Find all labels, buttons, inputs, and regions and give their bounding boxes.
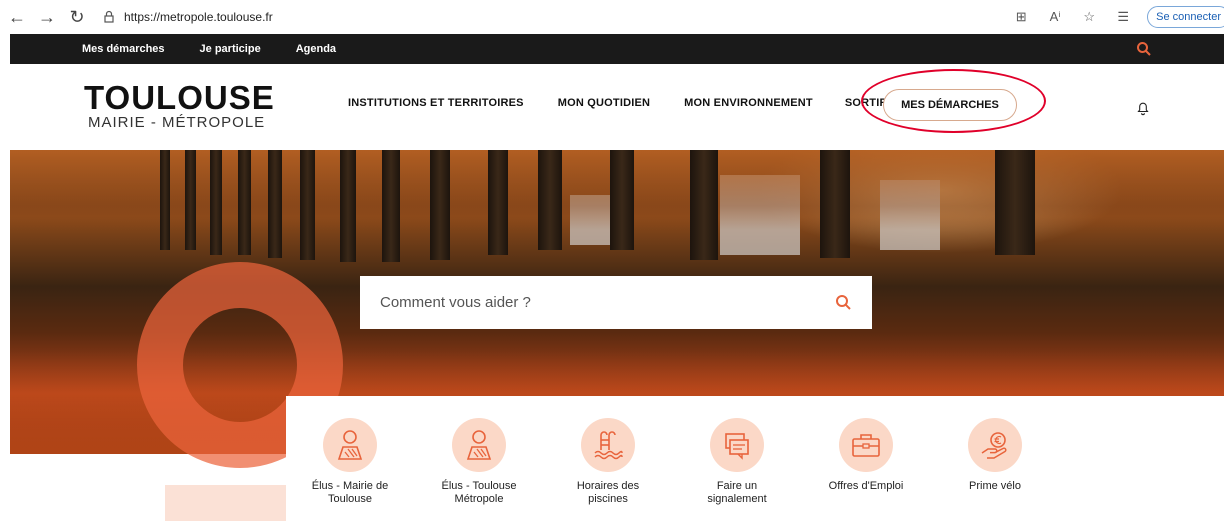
- quick-link-emploi[interactable]: Offres d'Emploi: [816, 418, 916, 493]
- browser-actions: ⊞ Aⁱ ☆ ☰ Se connecter: [1011, 0, 1224, 34]
- quick-link-label: Offres d'Emploi: [828, 480, 904, 492]
- person-icon: [323, 418, 377, 472]
- euro-hand-icon: [968, 418, 1022, 472]
- search-icon[interactable]: [835, 294, 852, 311]
- hero-trunk: [538, 150, 562, 250]
- back-icon[interactable]: ←: [4, 4, 30, 30]
- site-logo[interactable]: TOULOUSE MAIRIE - MÉTROPOLE: [84, 79, 275, 132]
- lock-icon: [104, 10, 114, 23]
- hero-trunk: [210, 150, 222, 255]
- site-header: TOULOUSE MAIRIE - MÉTROPOLE INSTITUTIONS…: [10, 64, 1224, 150]
- hero-trunk: [340, 150, 356, 262]
- hero-trunk: [488, 150, 508, 255]
- browser-toolbar: ← → ↻ https://metropole.toulouse.fr ⊞ Aⁱ…: [0, 0, 1224, 34]
- quick-link-prime-velo[interactable]: Prime vélo: [945, 418, 1045, 493]
- bell-icon[interactable]: [1136, 100, 1150, 116]
- hero-trunk: [995, 150, 1035, 255]
- topbar-link-agenda[interactable]: Agenda: [296, 43, 336, 55]
- grid-icon[interactable]: ⊞: [1011, 7, 1031, 27]
- topbar-link-demarches[interactable]: Mes démarches: [82, 43, 165, 55]
- hero-trunk: [430, 150, 450, 260]
- hero-trunk: [268, 150, 282, 258]
- sign-in-button[interactable]: Se connecter: [1147, 6, 1224, 28]
- hero-trunk: [238, 150, 251, 255]
- search-input[interactable]: [380, 294, 820, 311]
- search-icon[interactable]: [1136, 41, 1152, 57]
- quick-link-elus-mairie[interactable]: Élus - Mairie de Toulouse: [300, 418, 400, 506]
- nav-institutions[interactable]: INSTITUTIONS ET TERRITOIRES: [348, 97, 524, 109]
- nav-quotidien[interactable]: MON QUOTIDIEN: [558, 97, 650, 109]
- hero-trunk: [185, 150, 196, 250]
- report-icon: [710, 418, 764, 472]
- search-box: [360, 276, 872, 329]
- logo-main-text: TOULOUSE: [84, 79, 275, 116]
- topbar-link-participe[interactable]: Je participe: [200, 43, 261, 55]
- main-navigation: INSTITUTIONS ET TERRITOIRES MON QUOTIDIE…: [348, 97, 888, 109]
- briefcase-icon: [839, 418, 893, 472]
- hero-trunk: [300, 150, 315, 260]
- quick-links-panel: Élus - Mairie de Toulouse Élus - Toulous…: [286, 396, 1224, 521]
- hero-trunk: [610, 150, 634, 250]
- hero-trunk: [160, 150, 170, 250]
- quick-link-label: Prime vélo: [969, 480, 1021, 492]
- person-icon: [452, 418, 506, 472]
- favorite-icon[interactable]: ☆: [1079, 7, 1099, 27]
- decorative-block: [165, 485, 287, 521]
- quick-link-label: Élus - Mairie de Toulouse: [311, 480, 389, 505]
- quick-link-label: Horaires des piscines: [576, 480, 640, 505]
- refresh-icon[interactable]: ↻: [64, 4, 90, 30]
- hero-trunk: [690, 150, 718, 260]
- quick-link-elus-metropole[interactable]: Élus - Toulouse Métropole: [429, 418, 529, 506]
- quick-link-label: Élus - Toulouse Métropole: [441, 480, 517, 505]
- hero-trunk: [820, 150, 850, 258]
- address-bar[interactable]: https://metropole.toulouse.fr: [102, 4, 273, 30]
- quick-link-piscines[interactable]: Horaires des piscines: [558, 418, 658, 506]
- quick-link-label: Faire un signalement: [707, 480, 767, 505]
- nav-environnement[interactable]: MON ENVIRONNEMENT: [684, 97, 813, 109]
- utility-bar: Mes démarches Je participe Agenda: [10, 34, 1224, 64]
- pool-icon: [581, 418, 635, 472]
- quick-link-signalement[interactable]: Faire un signalement: [687, 418, 787, 506]
- logo-sub-text: MAIRIE - MÉTROPOLE: [88, 114, 266, 131]
- mes-demarches-button[interactable]: MES DÉMARCHES: [883, 89, 1017, 121]
- forward-icon[interactable]: →: [34, 4, 60, 30]
- hero-trunk: [382, 150, 400, 262]
- url-text: https://metropole.toulouse.fr: [124, 10, 273, 24]
- read-aloud-icon[interactable]: Aⁱ: [1045, 7, 1065, 27]
- favorites-list-icon[interactable]: ☰: [1113, 7, 1133, 27]
